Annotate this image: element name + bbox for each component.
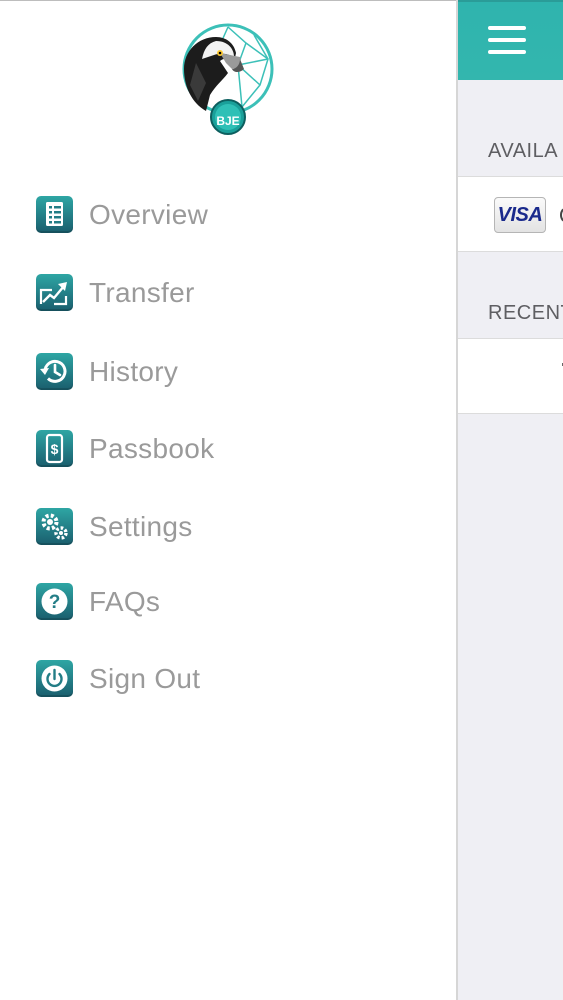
menu-item-sign-out[interactable]: Sign Out — [0, 649, 456, 709]
question-icon: ? — [36, 583, 73, 620]
power-icon — [36, 660, 73, 697]
card-list-item[interactable]: VISA — [458, 176, 563, 252]
svg-text:$: $ — [51, 441, 59, 457]
menu-item-settings[interactable]: Settings — [0, 497, 456, 557]
recent-section-header: RECENT — [488, 302, 563, 324]
phone-dollar-icon: $ — [36, 430, 73, 467]
transfer-arrows-icon — [36, 274, 73, 311]
menu-label-transfer: Transfer — [89, 277, 195, 308]
clock-history-icon — [36, 353, 73, 390]
hamburger-menu-icon[interactable] — [488, 26, 526, 54]
main-panel: AVAILA VISA RECENT — [456, 0, 563, 1000]
available-section-header: AVAILA — [488, 140, 559, 162]
menu-item-passbook[interactable]: $ Passbook — [0, 419, 456, 479]
recent-list-item — [458, 338, 563, 414]
menu-item-faqs[interactable]: ? FAQs — [0, 572, 456, 632]
menu-label-faqs: FAQs — [89, 586, 161, 617]
navigation-drawer: BJE Overview Transfer History $ Passbook… — [0, 0, 456, 1000]
svg-text:?: ? — [49, 592, 61, 613]
menu-label-overview: Overview — [89, 199, 209, 230]
visa-card-icon: VISA — [494, 197, 546, 233]
menu-item-overview[interactable]: Overview — [0, 185, 456, 245]
document-list-icon — [36, 196, 73, 233]
app-logo: BJE — [176, 23, 280, 135]
menu-label-sign-out: Sign Out — [89, 663, 201, 694]
menu-label-settings: Settings — [89, 511, 193, 542]
menu-item-history[interactable]: History — [0, 342, 456, 402]
menu-label-passbook: Passbook — [89, 433, 215, 464]
logo-badge-text: BJE — [216, 114, 240, 128]
menu-label-history: History — [89, 356, 179, 387]
gears-icon — [36, 508, 73, 545]
menu-item-transfer[interactable]: Transfer — [0, 263, 456, 323]
top-nav-bar — [458, 0, 563, 80]
